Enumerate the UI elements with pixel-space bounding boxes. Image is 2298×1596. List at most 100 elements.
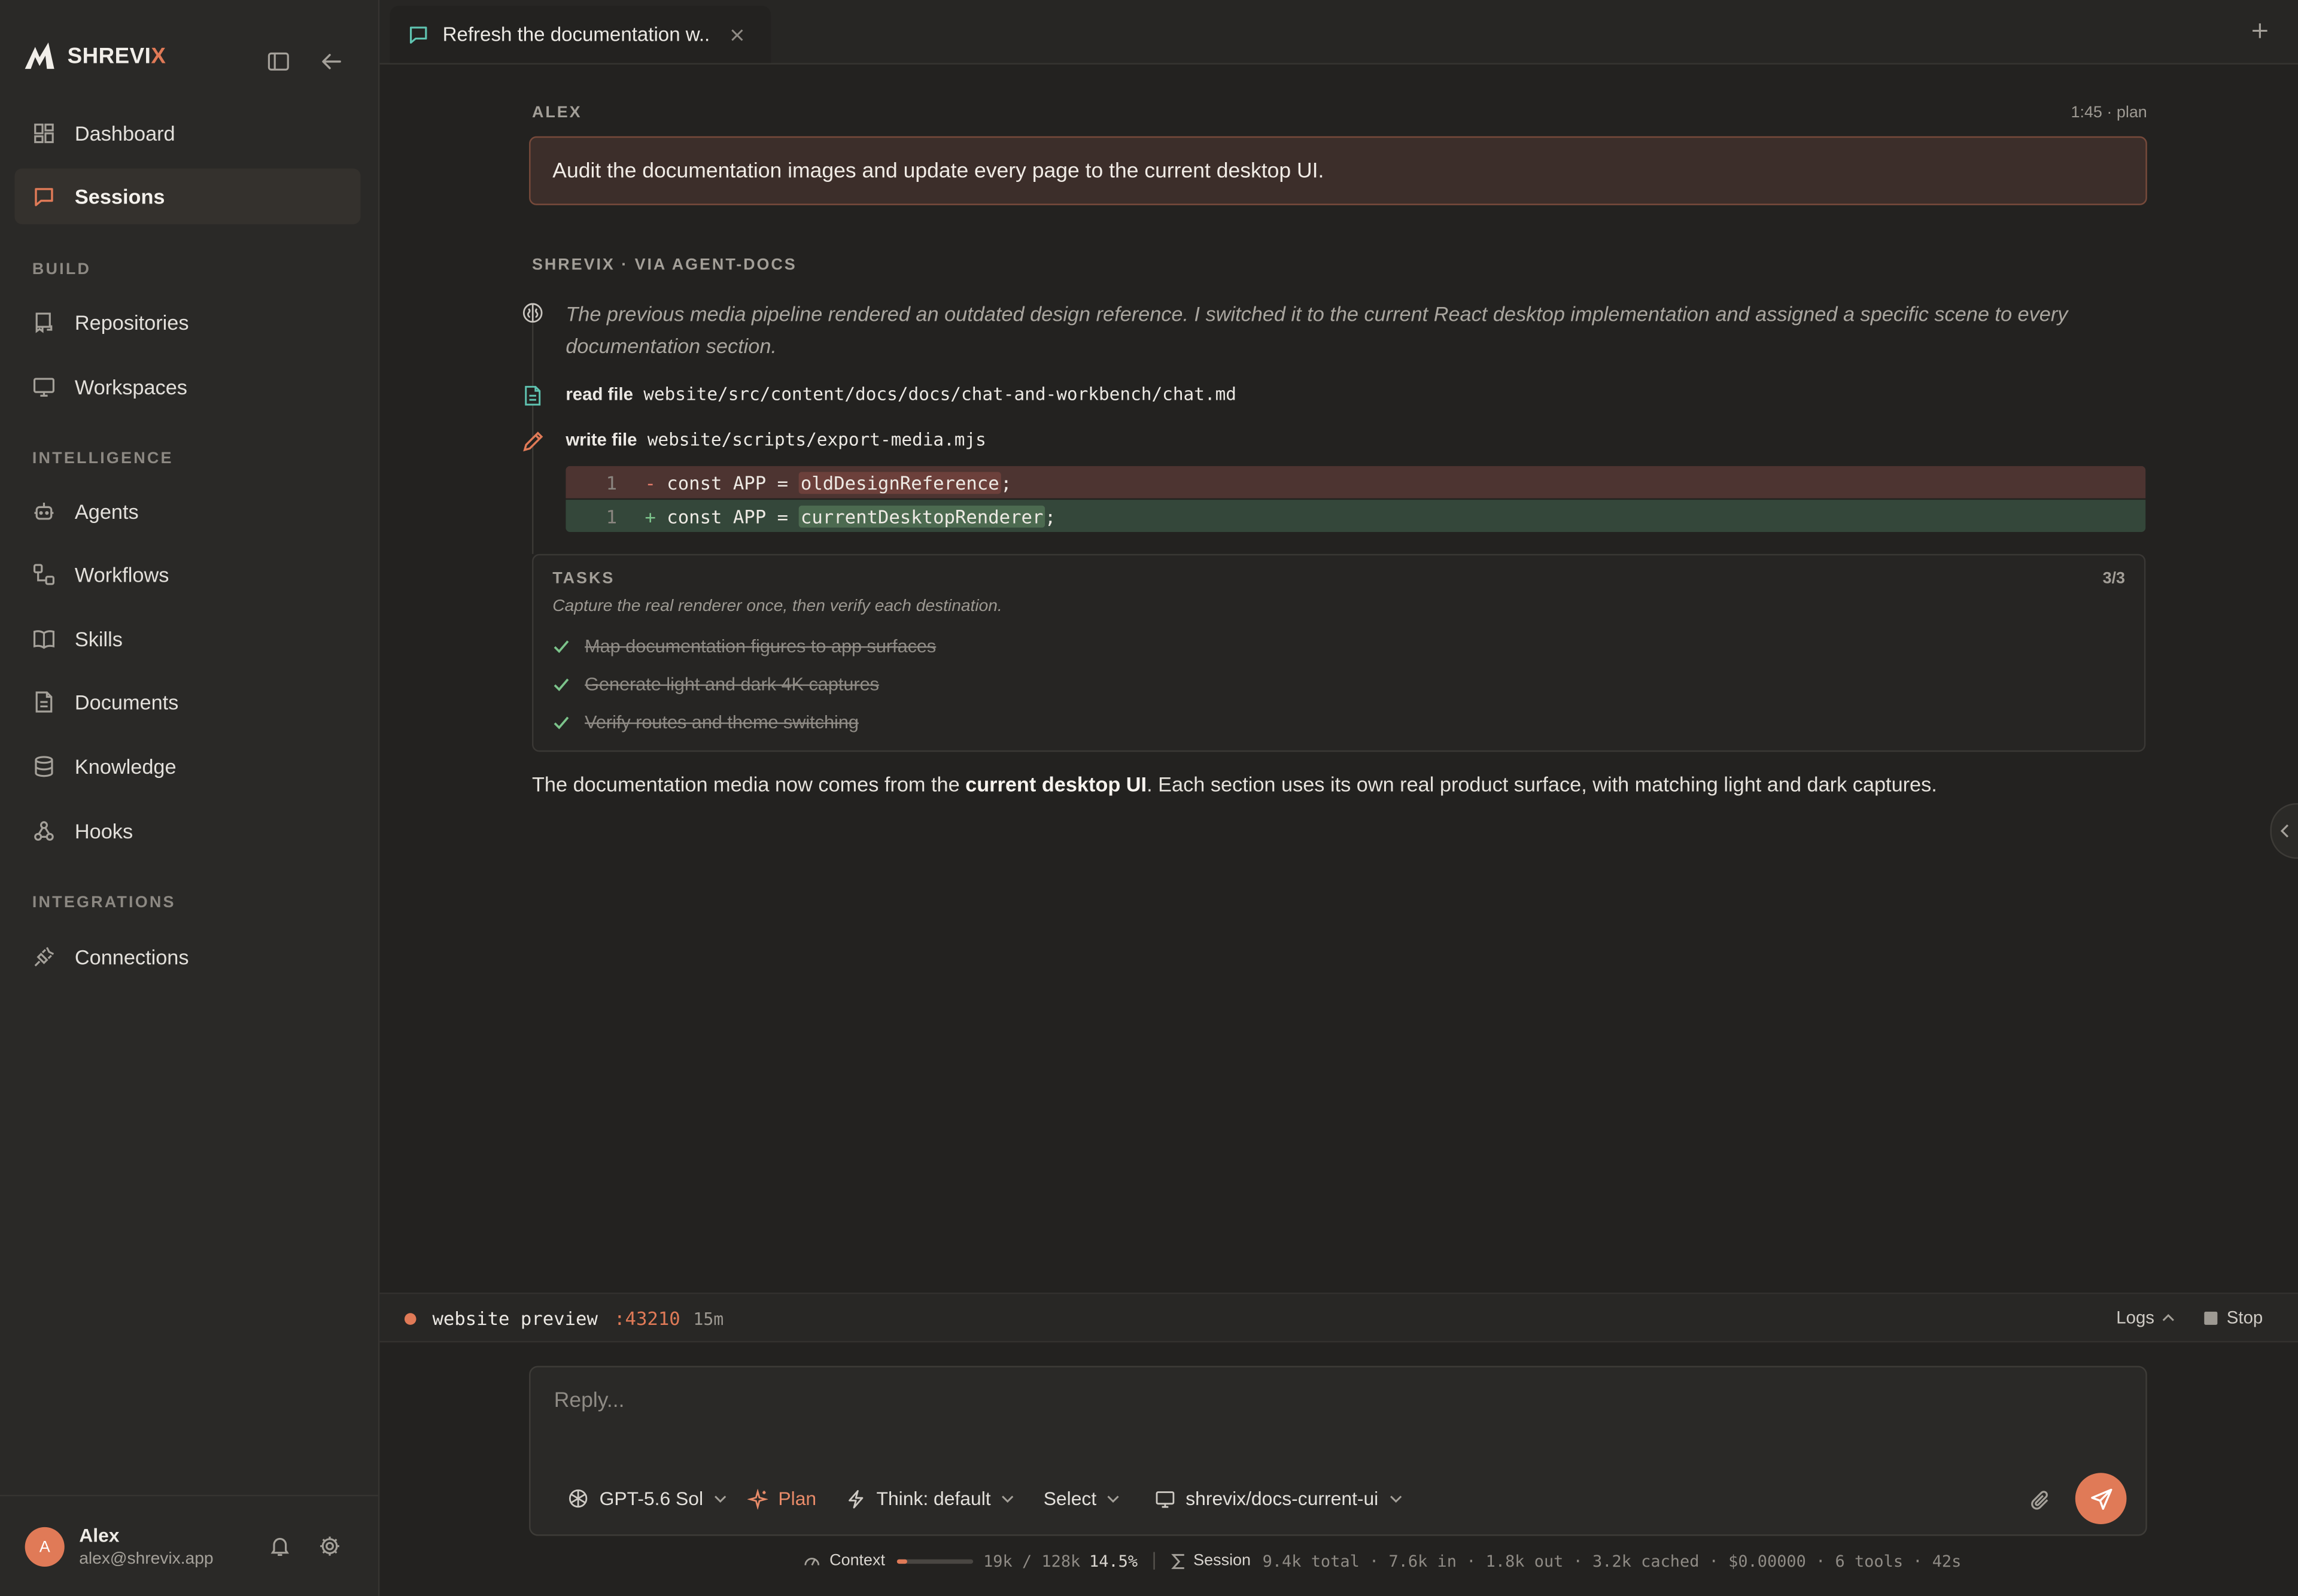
agent-select[interactable]: Select <box>1043 1487 1120 1510</box>
mode-label: Plan <box>778 1487 817 1510</box>
panel-toggle-handle[interactable] <box>2270 803 2298 859</box>
task-label: Verify routes and theme switching <box>585 712 859 733</box>
code-text: ; <box>1044 504 1056 527</box>
section-heading-intelligence: INTELLIGENCE <box>32 449 174 468</box>
section-heading-build: BUILD <box>32 260 92 279</box>
divider <box>1154 1552 1156 1570</box>
sparkle-icon <box>747 1488 768 1509</box>
pencil-icon <box>522 430 545 453</box>
code-highlight: currentDesktopRenderer <box>799 504 1045 527</box>
workflow-icon <box>32 563 56 586</box>
back-arrow-icon[interactable] <box>320 50 343 73</box>
task-label: Map documentation figures to app surface… <box>585 636 937 657</box>
brain-icon <box>522 302 544 324</box>
sidebar-item-label: Skills <box>74 627 123 651</box>
sidebar-item-dashboard[interactable]: Dashboard <box>14 105 360 161</box>
sidebar-item-repositories[interactable]: Repositories <box>14 294 360 350</box>
line-number: 1 <box>606 471 618 494</box>
reply-input[interactable] <box>551 1388 1876 1415</box>
avatar[interactable]: A <box>25 1527 65 1567</box>
chat-icon <box>408 23 430 45</box>
task-item: Map documentation figures to app surface… <box>552 636 936 656</box>
tab-session[interactable]: Refresh the documentation w... <box>390 5 771 63</box>
chevron-down-icon <box>1001 1494 1014 1503</box>
chevron-down-icon <box>713 1494 727 1503</box>
agent-thought: The previous media pipeline rendered an … <box>566 302 2068 358</box>
bot-icon <box>32 500 56 523</box>
workspace-select[interactable]: shrevix/docs-current-ui <box>1155 1488 1402 1509</box>
sidebar-item-knowledge[interactable]: Knowledge <box>14 738 360 794</box>
model-select[interactable]: GPT-5.6 Sol <box>567 1487 727 1510</box>
chevron-up-icon <box>2162 1313 2175 1322</box>
book-icon <box>32 627 56 650</box>
sidebar-item-hooks[interactable]: Hooks <box>14 803 360 859</box>
sidebar-item-label: Agents <box>74 500 139 524</box>
chevron-down-icon <box>1107 1494 1120 1503</box>
sidebar-item-label: Dashboard <box>74 121 175 145</box>
user-panel: A Alex alex@shrevix.app <box>0 1494 378 1596</box>
status-line: Context 19k / 128k 14.5% Session 9.4k to… <box>803 1549 1961 1573</box>
tool-path: website/src/content/docs/docs/chat-and-w… <box>643 384 1236 405</box>
bell-icon[interactable] <box>268 1534 291 1558</box>
paperclip-icon[interactable] <box>2028 1489 2051 1512</box>
sidebar-item-label: Knowledge <box>74 755 177 779</box>
new-tab-icon[interactable] <box>2251 22 2269 39</box>
select-label: Select <box>1043 1487 1097 1510</box>
check-icon <box>552 676 570 693</box>
context-progress <box>896 1558 973 1563</box>
toggle-sidebar-icon[interactable] <box>267 50 290 73</box>
think-select[interactable]: Think: default <box>846 1487 1014 1510</box>
agent-author: SHREVIX · VIA AGENT-DOCS <box>531 256 797 274</box>
plug-icon <box>32 946 56 969</box>
send-button[interactable] <box>2075 1473 2127 1524</box>
sidebar-item-skills[interactable]: Skills <box>14 611 360 667</box>
sidebar-item-label: Workspaces <box>74 375 187 399</box>
sidebar-item-agents[interactable]: Agents <box>14 484 360 539</box>
context-percent: 14.5% <box>1089 1551 1138 1571</box>
sidebar-item-workspaces[interactable]: Workspaces <box>14 359 360 415</box>
sigma-icon <box>1171 1553 1186 1569</box>
plan-mode-toggle[interactable]: Plan <box>747 1487 817 1510</box>
tool-write-file[interactable]: write file website/scripts/export-media.… <box>566 430 986 450</box>
send-icon <box>2089 1487 2112 1510</box>
code-diff: 1 - const APP = oldDesignReference ; 1 +… <box>566 466 2146 532</box>
line-number: 1 <box>606 504 618 527</box>
sidebar-item-label: Workflows <box>74 563 169 586</box>
user-message: Audit the documentation images and updat… <box>529 136 2147 205</box>
sidebar-item-label: Documents <box>74 690 179 714</box>
tool-read-file[interactable]: read file website/src/content/docs/docs/… <box>566 384 1236 405</box>
document-icon <box>32 690 56 713</box>
database-icon <box>32 755 56 778</box>
section-heading-integrations: INTEGRATIONS <box>32 893 176 912</box>
brand[interactable]: SHREVIX <box>23 41 166 71</box>
user-message-meta: 1:45 · plan <box>2071 104 2147 122</box>
task-label: Generate light and dark 4K captures <box>585 674 879 695</box>
webhook-icon <box>32 819 56 843</box>
sidebar-item-sessions[interactable]: Sessions <box>14 168 361 224</box>
openai-icon <box>567 1488 589 1510</box>
model-label: GPT-5.6 Sol <box>599 1487 704 1510</box>
sidebar-item-connections[interactable]: Connections <box>14 929 360 985</box>
sidebar-item-documents[interactable]: Documents <box>14 674 360 730</box>
context-value: 19k / 128k <box>983 1551 1081 1571</box>
think-label: Think: default <box>876 1487 991 1510</box>
tab-title: Refresh the documentation w... <box>442 23 710 45</box>
sidebar-item-label: Repositories <box>74 311 189 335</box>
preview-name: website preview <box>432 1307 598 1330</box>
chevron-left-icon <box>2279 823 2291 838</box>
chevron-down-icon <box>1388 1494 1402 1503</box>
diff-sign: + <box>645 504 656 527</box>
check-icon <box>552 714 570 731</box>
context-progress-fill <box>896 1558 908 1563</box>
stop-button[interactable]: Stop <box>2205 1308 2263 1328</box>
close-icon[interactable] <box>730 27 744 41</box>
preview-port[interactable]: :43210 <box>614 1308 680 1330</box>
gear-icon[interactable] <box>318 1534 341 1558</box>
grid-icon <box>32 121 56 145</box>
code-text: const APP = <box>667 471 800 494</box>
sidebar-item-workflows[interactable]: Workflows <box>14 546 360 602</box>
sidebar-item-label: Hooks <box>74 819 133 843</box>
stop-label: Stop <box>2226 1307 2263 1328</box>
chat-icon <box>32 185 56 208</box>
logs-button[interactable]: Logs <box>2116 1308 2175 1328</box>
